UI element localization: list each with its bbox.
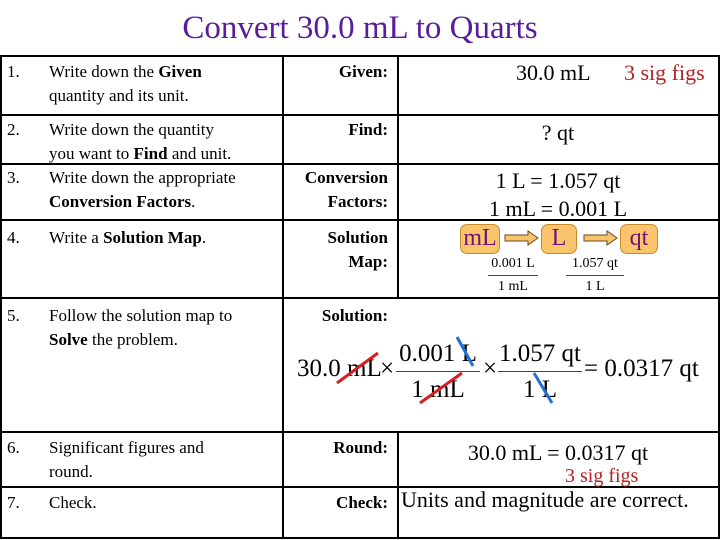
round-sigfigs: 3 sig figs: [565, 465, 639, 487]
step-text: Write down the appropriate Conversion Fa…: [49, 168, 236, 211]
step-number: 7.: [7, 493, 20, 512]
unit-box-ml: mL: [460, 224, 500, 254]
round-value: 30.0 mL = 0.0317 qt: [467, 440, 649, 465]
step-text: Follow the solution map to Solve the pro…: [49, 306, 233, 349]
factor-denominator: 1 mL: [498, 279, 528, 294]
step-number: 3.: [7, 168, 20, 187]
given-value: 30.0 mL: [516, 60, 591, 85]
arrow-icon: [504, 230, 539, 246]
conversion-label: Conversion Factors:: [304, 168, 388, 211]
step-number: 2.: [7, 120, 20, 139]
map-factor-2: 1.057 qt 1 L: [566, 256, 624, 295]
find-label: Find:: [348, 120, 388, 139]
solution-factor-2: 1.057 qt 1 L: [498, 340, 582, 403]
conversion-factor-1: 1 L = 1.057 qt: [495, 168, 621, 193]
conversion-factor-2: 1 mL = 0.001 L: [488, 196, 628, 221]
step-text: Write down the quantity you want to Find …: [49, 120, 232, 163]
step-number: 5.: [7, 306, 20, 325]
unit-box-qt: qt: [620, 224, 658, 254]
step-text: Write down the Given quantity and its un…: [49, 62, 202, 105]
solution-label: Solution:: [321, 306, 388, 325]
step-number: 1.: [7, 62, 20, 81]
find-value: ? qt: [541, 120, 575, 145]
check-label: Check:: [336, 493, 388, 512]
solution-map-label: Solution Map:: [327, 228, 388, 271]
map-factor-1: 0.001 L 1 mL: [488, 256, 538, 295]
step-text: Write a Solution Map.: [49, 228, 207, 247]
factor-denominator: 1 L: [585, 279, 605, 294]
unit-box-l: L: [541, 224, 577, 254]
factor-numerator: 0.001 L: [491, 256, 535, 271]
step-number: 6.: [7, 438, 20, 457]
arrow-icon: [583, 230, 618, 246]
page-title: Convert 30.0 mL to Quarts: [182, 10, 538, 46]
solution-start: 30.0 mL: [297, 355, 382, 382]
step-number: 4.: [7, 228, 20, 247]
given-label: Given:: [338, 62, 388, 81]
round-label: Round:: [333, 438, 388, 457]
times-sign: ×: [483, 355, 498, 382]
check-value: Units and magnitude are correct.: [401, 487, 689, 512]
solution-result: = 0.0317 qt: [584, 355, 699, 382]
step-text: Significant figures and round.: [49, 438, 204, 481]
solution-factor-1: 0.001 L 1 mL: [396, 340, 480, 404]
given-sigfigs: 3 sig figs: [624, 60, 705, 85]
step-text: Check.: [49, 493, 97, 512]
factor-numerator: 1.057 qt: [572, 256, 618, 271]
times-sign: ×: [380, 355, 395, 382]
